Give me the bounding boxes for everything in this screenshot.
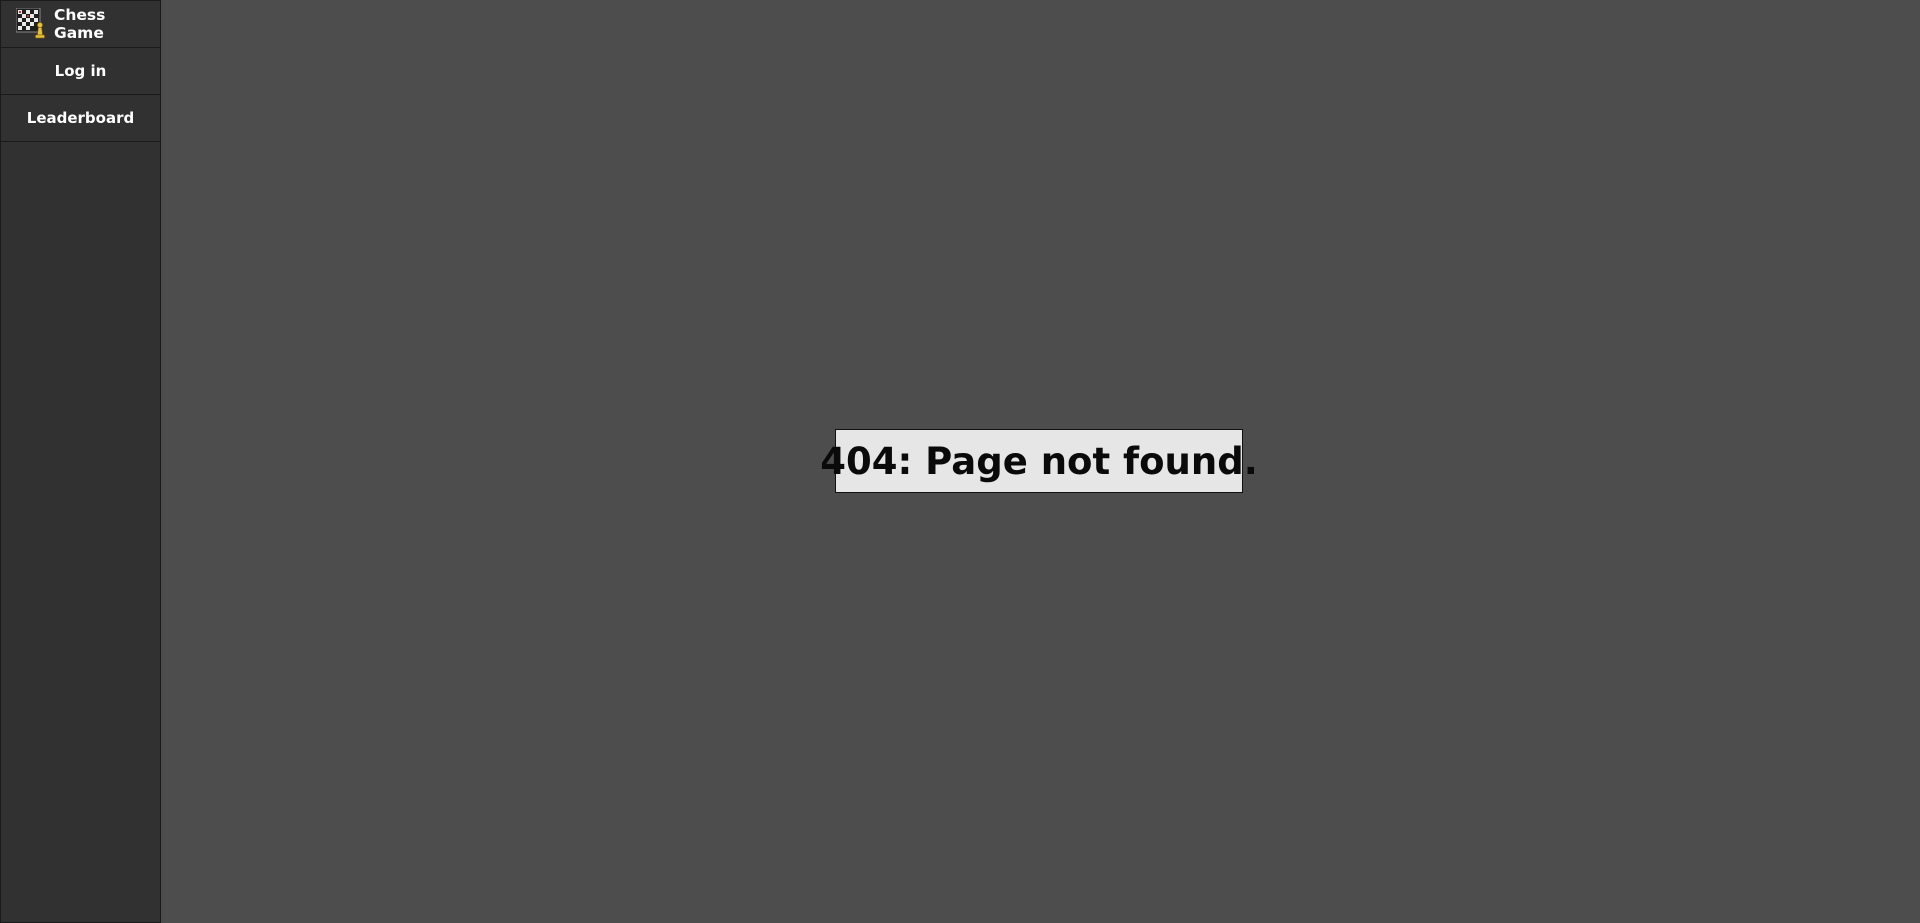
error-message: 404: Page not found. — [820, 439, 1258, 483]
page: Chess Game Log in Leaderboard 404: Page … — [0, 0, 1920, 923]
app-title: Chess Game — [54, 6, 106, 42]
home-link[interactable]: Chess Game — [1, 1, 160, 48]
sidebar-item-log-in[interactable]: Log in — [1, 48, 160, 95]
chessboard-pawn-icon — [15, 7, 46, 40]
error-box: 404: Page not found. — [820, 429, 1258, 493]
sidebar-item-leaderboard[interactable]: Leaderboard — [1, 95, 160, 142]
sidebar: Chess Game Log in Leaderboard — [0, 0, 161, 923]
